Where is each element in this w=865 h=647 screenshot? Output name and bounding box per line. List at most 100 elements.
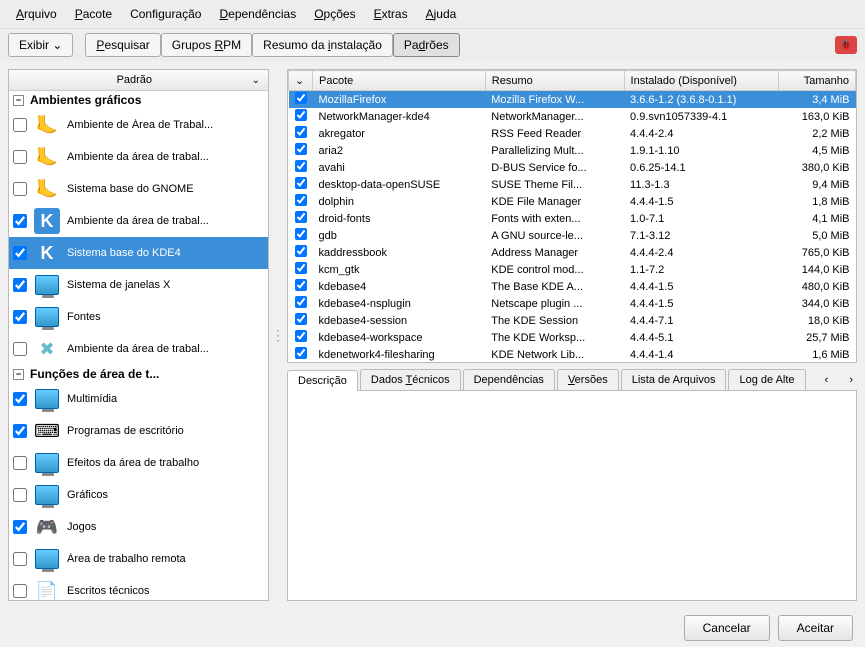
exibir-button[interactable]: Exibir ⌄: [8, 33, 73, 57]
table-row[interactable]: droid-fontsFonts with exten...1.0-7.14,1…: [289, 210, 856, 227]
pattern-item[interactable]: KSistema base do KDE4: [9, 237, 268, 269]
table-row[interactable]: NetworkManager-kde4NetworkManager...0.9.…: [289, 108, 856, 125]
pattern-item[interactable]: 🦶Sistema base do GNOME: [9, 173, 268, 205]
pattern-checkbox[interactable]: [13, 278, 27, 292]
pattern-checkbox[interactable]: [13, 214, 27, 228]
pkg-checkbox[interactable]: [295, 177, 307, 189]
pkg-checkbox[interactable]: [295, 109, 307, 121]
pattern-checkbox[interactable]: [13, 552, 27, 566]
pattern-list[interactable]: −Ambientes gráficos🦶Ambiente de Área de …: [9, 91, 268, 600]
pattern-checkbox[interactable]: [13, 150, 27, 164]
table-row[interactable]: kdebase4The Base KDE A...4.4.4-1.5480,0 …: [289, 278, 856, 295]
pattern-item[interactable]: 🦶Ambiente da área de trabal...: [9, 141, 268, 173]
pattern-checkbox[interactable]: [13, 424, 27, 438]
pattern-item[interactable]: Área de trabalho remota: [9, 543, 268, 575]
pkg-checkbox[interactable]: [295, 262, 307, 274]
pattern-checkbox[interactable]: [13, 456, 27, 470]
pkg-checkbox[interactable]: [295, 92, 307, 104]
menu-pacote[interactable]: Pacote: [67, 4, 120, 24]
detail-tab-0[interactable]: Descrição: [287, 370, 358, 391]
tab-scroll-left[interactable]: ‹: [821, 374, 833, 386]
detail-tab-3[interactable]: Versões: [557, 369, 619, 390]
pattern-label: Fontes: [67, 311, 264, 323]
table-row[interactable]: dolphinKDE File Manager4.4.4-1.51,8 MiB: [289, 193, 856, 210]
col-header[interactable]: Pacote: [313, 71, 486, 91]
pattern-group[interactable]: −Funções de área de t...: [9, 365, 268, 383]
pkg-checkbox[interactable]: [295, 211, 307, 223]
pkg-checkbox[interactable]: [295, 160, 307, 172]
pattern-item[interactable]: ⌨Programas de escritório: [9, 415, 268, 447]
pattern-checkbox[interactable]: [13, 118, 27, 132]
pkg-checkbox[interactable]: [295, 228, 307, 240]
pattern-checkbox[interactable]: [13, 310, 27, 324]
package-table-wrap[interactable]: ⌄PacoteResumoInstalado (Disponível)Taman…: [287, 69, 857, 363]
table-row[interactable]: gdbA GNU source-le...7.1-3.125,0 MiB: [289, 227, 856, 244]
pattern-item[interactable]: Gráficos: [9, 479, 268, 511]
collapse-icon[interactable]: −: [13, 95, 24, 106]
pkg-checkbox[interactable]: [295, 143, 307, 155]
pattern-item[interactable]: Multimídia: [9, 383, 268, 415]
table-row[interactable]: MozillaFirefoxMozilla Firefox W...3.6.6-…: [289, 91, 856, 109]
pattern-header[interactable]: Padrão ⌄: [9, 70, 268, 91]
table-row[interactable]: kdebase4-workspaceThe KDE Worksp...4.4.4…: [289, 329, 856, 346]
view-tab-2[interactable]: Resumo da instalação: [252, 33, 393, 57]
pattern-checkbox[interactable]: [13, 246, 27, 260]
menu-ajuda[interactable]: Ajuda: [418, 4, 465, 24]
pkg-checkbox[interactable]: [295, 245, 307, 257]
menu-configuração[interactable]: Configuração: [122, 4, 209, 24]
splitter-vertical[interactable]: [275, 69, 281, 601]
menu-opções[interactable]: Opções: [306, 4, 363, 24]
table-row[interactable]: kdebase4-sessionThe KDE Session4.4.4-7.1…: [289, 312, 856, 329]
pkg-checkbox[interactable]: [295, 194, 307, 206]
table-row[interactable]: kaddressbookAddress Manager4.4.4-2.4765,…: [289, 244, 856, 261]
menu-extras[interactable]: Extras: [366, 4, 416, 24]
pattern-checkbox[interactable]: [13, 392, 27, 406]
view-tab-1[interactable]: Grupos RPM: [161, 33, 252, 57]
pattern-group[interactable]: −Ambientes gráficos: [9, 91, 268, 109]
pkg-checkbox[interactable]: [295, 330, 307, 342]
table-row[interactable]: aria2Parallelizing Mult...1.9.1-1.104,5 …: [289, 142, 856, 159]
pattern-item[interactable]: Fontes: [9, 301, 268, 333]
accept-button[interactable]: Aceitar: [778, 615, 853, 641]
menu-arquivo[interactable]: Arquivo: [8, 4, 65, 24]
pattern-item[interactable]: 🦶Ambiente de Área de Trabal...: [9, 109, 268, 141]
table-row[interactable]: avahiD-BUS Service fo...0.6.25-14.1380,0…: [289, 159, 856, 176]
detail-tab-5[interactable]: Log de Alte: [728, 369, 805, 390]
pattern-checkbox[interactable]: [13, 520, 27, 534]
pattern-checkbox[interactable]: [13, 584, 27, 598]
view-tab-3[interactable]: Padrões: [393, 33, 460, 57]
col-header[interactable]: Tamanho: [778, 71, 855, 91]
pattern-item[interactable]: KAmbiente da área de trabal...: [9, 205, 268, 237]
cancel-button[interactable]: Cancelar: [684, 615, 770, 641]
pkg-checkbox[interactable]: [295, 296, 307, 308]
pattern-item[interactable]: Efeitos da área de trabalho: [9, 447, 268, 479]
menu-dependências[interactable]: Dependências: [211, 4, 304, 24]
pattern-item[interactable]: Sistema de janelas X: [9, 269, 268, 301]
collapse-icon[interactable]: −: [13, 369, 24, 380]
detail-tab-2[interactable]: Dependências: [463, 369, 555, 390]
detail-tab-1[interactable]: Dados Técnicos: [360, 369, 461, 390]
pattern-checkbox[interactable]: [13, 488, 27, 502]
view-tab-0[interactable]: Pesquisar: [85, 33, 160, 57]
table-row[interactable]: akregatorRSS Feed Reader4.4.4-2.42,2 MiB: [289, 125, 856, 142]
pattern-item[interactable]: ✖Ambiente da área de trabal...: [9, 333, 268, 365]
table-row[interactable]: kcm_gtkKDE control mod...1.1-7.2144,0 Ki…: [289, 261, 856, 278]
table-row[interactable]: desktop-data-openSUSESUSE Theme Fil...11…: [289, 176, 856, 193]
col-header[interactable]: Instalado (Disponível): [624, 71, 778, 91]
col-header[interactable]: Resumo: [485, 71, 624, 91]
pattern-item[interactable]: 🎮Jogos: [9, 511, 268, 543]
pattern-checkbox[interactable]: [13, 342, 27, 356]
pkg-checkbox[interactable]: [295, 347, 307, 359]
table-row[interactable]: kdenetwork4-filesharingKDE Network Lib..…: [289, 346, 856, 363]
table-row[interactable]: kdebase4-nspluginNetscape plugin ...4.4.…: [289, 295, 856, 312]
pattern-checkbox[interactable]: [13, 182, 27, 196]
col-header[interactable]: ⌄: [289, 71, 313, 91]
pkg-checkbox[interactable]: [295, 126, 307, 138]
bug-icon[interactable]: 🐞: [835, 36, 857, 54]
tab-scroll-right[interactable]: ›: [845, 374, 857, 386]
pattern-item[interactable]: 📄Escritos técnicos: [9, 575, 268, 600]
pkg-checkbox[interactable]: [295, 313, 307, 325]
pattern-icon: [33, 481, 61, 509]
detail-tab-4[interactable]: Lista de Arquivos: [621, 369, 727, 390]
pkg-checkbox[interactable]: [295, 279, 307, 291]
